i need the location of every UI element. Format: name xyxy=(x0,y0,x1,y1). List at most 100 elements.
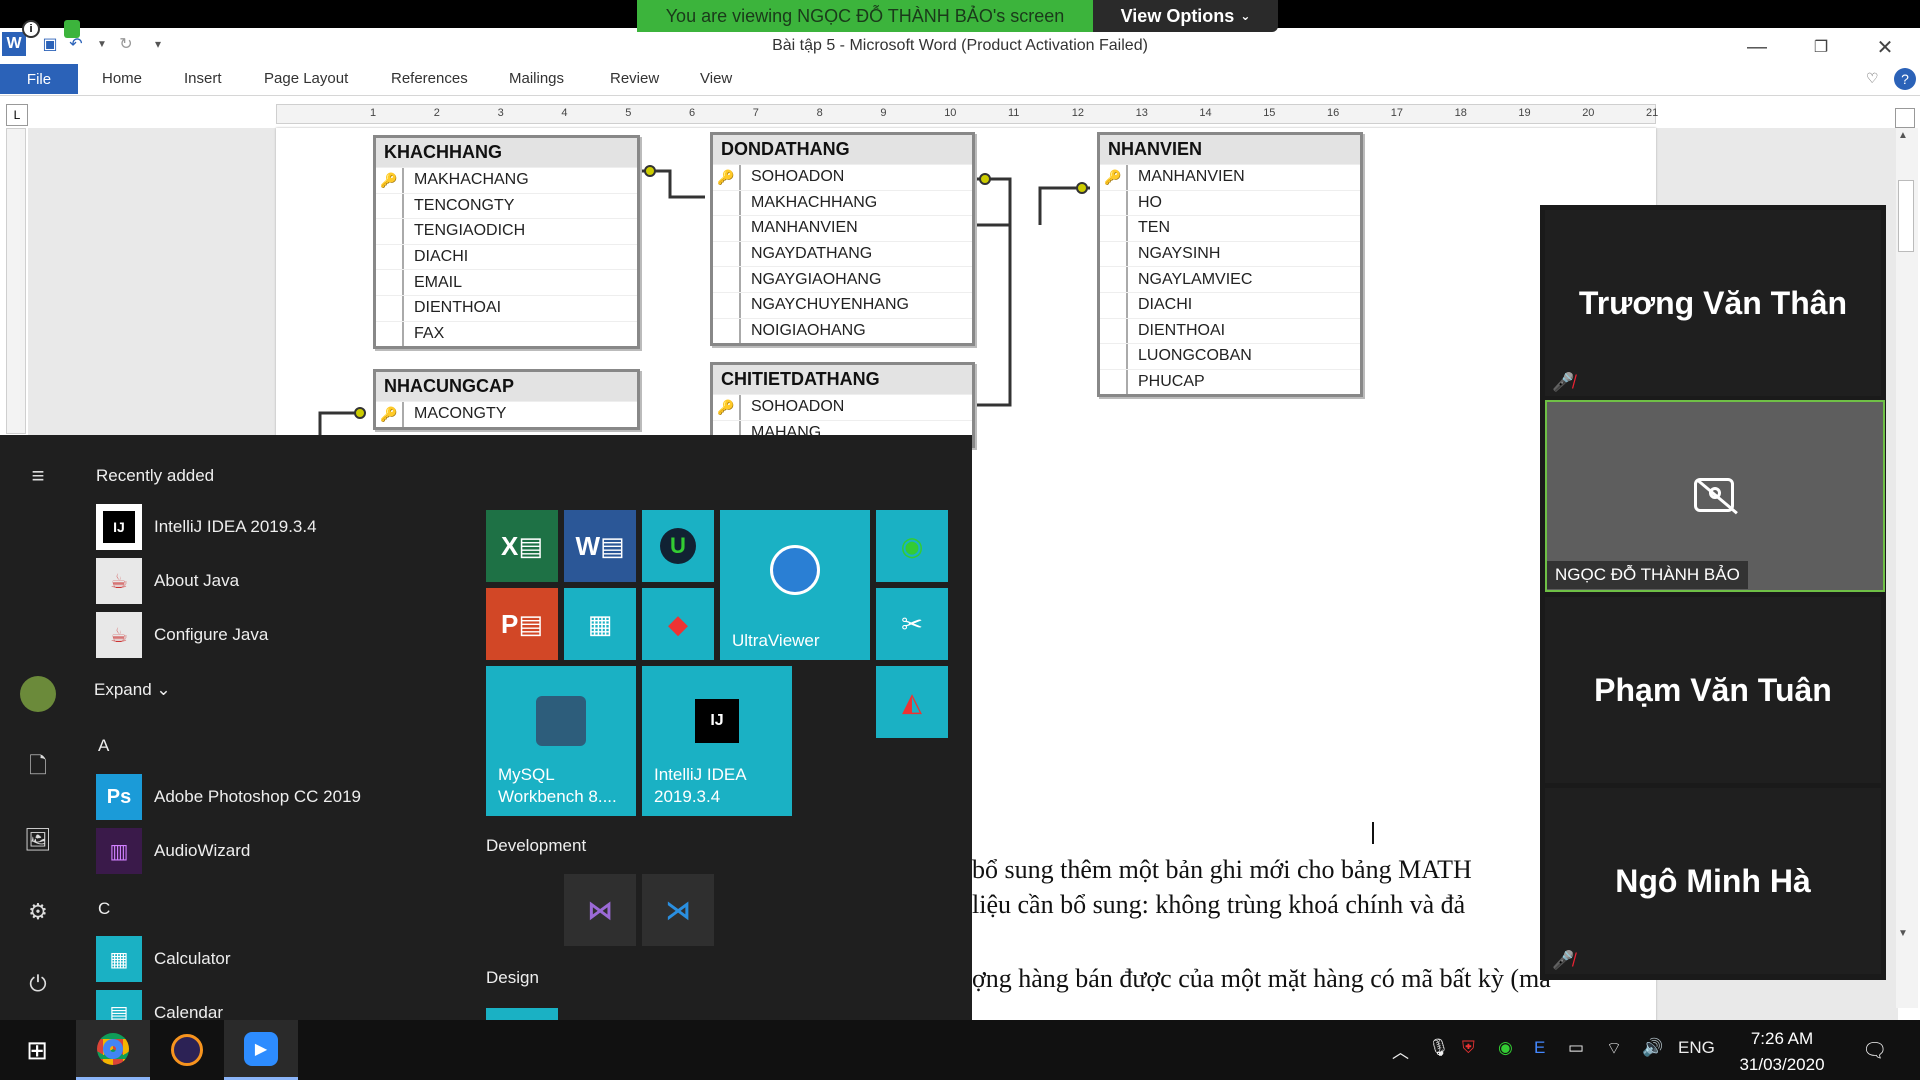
microphone-icon[interactable]: 🎙 xyxy=(1428,1038,1450,1058)
body-line-3[interactable]: ợng hàng bán được của một mặt hàng có mã… xyxy=(972,964,1551,994)
eclipse-icon xyxy=(171,1034,203,1066)
table-field-row[interactable]: HO xyxy=(1100,189,1360,216)
letter-heading-c[interactable]: C xyxy=(98,899,110,919)
field-name: MANHANVIEN xyxy=(1138,168,1245,186)
expand-button[interactable]: Expand ⌄ xyxy=(94,680,171,700)
app-item-calculator[interactable]: ▦ Calculator xyxy=(96,936,231,982)
app-label: Adobe Photoshop CC 2019 xyxy=(154,787,361,806)
table-field-row[interactable]: NGAYLAMVIEC xyxy=(1100,266,1360,292)
table-field-row[interactable]: PHUCAP xyxy=(1100,368,1360,395)
participant-name-label: NGỌC ĐỖ THÀNH BẢO xyxy=(1547,561,1748,589)
word-tile[interactable]: W▤ xyxy=(564,510,636,582)
chevron-down-icon: ⌄ xyxy=(156,680,171,699)
acrobat-tile[interactable]: ◭ xyxy=(876,666,948,738)
intellij-tile[interactable]: IJ IntelliJ IDEA 2019.3.4 xyxy=(642,666,792,816)
snipping-tile[interactable]: ✂ xyxy=(876,588,948,660)
powerpoint-tile[interactable]: P▤ xyxy=(486,588,558,660)
volume-icon[interactable]: 🔊 xyxy=(1642,1038,1663,1058)
table-nhacungcap[interactable]: NHACUNGCAP 🔑 MACONGTY xyxy=(373,369,640,430)
body-line-1[interactable]: bổ sung thêm một bản ghi mới cho bảng MA… xyxy=(972,855,1472,885)
visual-studio-tile[interactable]: ⋈ xyxy=(564,874,636,946)
table-field-row[interactable]: 🔑 MANHANVIEN xyxy=(1100,164,1360,190)
table-field-row[interactable]: FAX xyxy=(376,320,637,347)
primary-key-icon: 🔑 xyxy=(713,165,741,190)
table-field-row[interactable]: 🔑 SOHOADON xyxy=(713,394,972,420)
excel-tile[interactable]: X▤ xyxy=(486,510,558,582)
table-field-row[interactable]: TENGIAODICH xyxy=(376,218,637,244)
field-name: MANHANVIEN xyxy=(751,219,858,237)
windows-start-icon[interactable]: ⊞ xyxy=(0,1020,74,1080)
tray-overflow-icon[interactable]: ︿ xyxy=(1392,1038,1409,1063)
table-field-row[interactable]: NOIGIAOHANG xyxy=(713,317,972,344)
settings-gear-icon[interactable]: ⚙ xyxy=(20,894,56,930)
body-line-2[interactable]: liệu cần bổ sung: không trùng khoá chính… xyxy=(972,890,1465,920)
table-field-row[interactable]: NGAYGIAOHANG xyxy=(713,266,972,292)
table-field-row[interactable]: DIACHI xyxy=(1100,291,1360,318)
documents-icon[interactable]: 🗋 xyxy=(20,750,56,786)
language-indicator[interactable]: ENG xyxy=(1678,1038,1715,1058)
system-clock[interactable]: 7:26 AM 31/03/2020 xyxy=(1718,1026,1846,1078)
rel-key-end xyxy=(1076,182,1088,194)
chrome-taskbar-button[interactable] xyxy=(76,1020,150,1080)
calculator-tile[interactable]: ▦ xyxy=(564,588,636,660)
intellij-icon: IJ xyxy=(103,511,135,543)
app-item-about-java[interactable]: ☕ About Java xyxy=(96,558,239,604)
ultraedit-tile[interactable]: U xyxy=(642,510,714,582)
participant-tile-1[interactable]: Trương Văn Thân xyxy=(1545,210,1881,396)
table-field-row[interactable]: 🔑 MAKHACHANG xyxy=(376,167,637,193)
group-heading-design: Design xyxy=(486,968,539,987)
table-field-row[interactable]: 🔑 SOHOADON xyxy=(713,164,972,190)
hamburger-menu-icon[interactable]: ≡ xyxy=(20,458,56,494)
calculator-icon: ▦ xyxy=(96,936,142,982)
participant-tile-3[interactable]: Phạm Văn Tuân xyxy=(1545,597,1881,783)
power-icon[interactable]: ⏻ xyxy=(20,966,56,1002)
table-field-row[interactable]: DIENTHOAI xyxy=(376,294,637,321)
group-heading-development: Development xyxy=(486,836,587,855)
foxit-tile[interactable]: ◆ xyxy=(642,588,714,660)
participant-tile-4[interactable]: Ngô Minh Hà xyxy=(1545,788,1881,974)
primary-key-icon: 🔑 xyxy=(713,395,741,420)
design-tile[interactable] xyxy=(486,1008,558,1020)
table-field-row[interactable]: TEN xyxy=(1100,215,1360,241)
table-field-row[interactable]: NGAYDATHANG xyxy=(713,240,972,267)
unikey-icon[interactable]: E xyxy=(1534,1038,1545,1058)
letter-heading-a[interactable]: A xyxy=(98,736,109,756)
calendar-icon: ▤ xyxy=(96,990,142,1020)
table-field-row[interactable]: MAKHACHHANG xyxy=(713,189,972,216)
mysql-workbench-tile[interactable]: MySQL Workbench 8.... xyxy=(486,666,636,816)
eclipse-taskbar-button[interactable] xyxy=(150,1020,224,1080)
ultraviewer-tile[interactable]: UltraViewer xyxy=(720,510,870,660)
network-globe-icon[interactable]: ◉ xyxy=(1498,1038,1513,1058)
table-field-row[interactable]: NGAYSINH xyxy=(1100,240,1360,267)
app-item-intellij[interactable]: IJ IntelliJ IDEA 2019.3.4 xyxy=(96,504,317,550)
app-item-photoshop[interactable]: Ps Adobe Photoshop CC 2019 xyxy=(96,774,361,820)
shield-icon[interactable]: ⛨ xyxy=(1462,1038,1475,1058)
table-khachhang[interactable]: KHACHHANG 🔑 MAKHACHANG TENCONGTY TENGIAODIC… xyxy=(373,135,640,350)
table-field-row[interactable]: DIACHI xyxy=(376,243,637,270)
wifi-icon[interactable]: ⌔ xyxy=(1606,1038,1622,1059)
zoom-taskbar-button[interactable]: ▶ xyxy=(224,1020,298,1080)
field-name: SOHOADON xyxy=(751,168,845,186)
table-nhanvien[interactable]: NHANVIEN 🔑 MANHANVIEN HO TEN NGAYSINH NGAYLAM… xyxy=(1097,132,1363,398)
table-title: KHACHHANG xyxy=(376,138,637,167)
rel-key-end xyxy=(979,173,991,185)
table-field-row[interactable]: NGAYCHUYENHANG xyxy=(713,291,972,318)
table-dondathang[interactable]: DONDATHANG 🔑 SOHOADON MAKHACHHANG MANHANVIE… xyxy=(710,132,975,347)
app-item-configure-java[interactable]: ☕ Configure Java xyxy=(96,612,268,658)
idm-tile[interactable]: ◉ xyxy=(876,510,948,582)
pictures-icon[interactable]: 🖼 xyxy=(20,822,56,858)
table-field-row[interactable]: DIENTHOAI xyxy=(1100,317,1360,344)
app-item-calendar[interactable]: ▤ Calendar xyxy=(96,990,396,1020)
action-center-icon[interactable]: 🗨 xyxy=(1862,1038,1887,1063)
table-field-row[interactable]: EMAIL xyxy=(376,269,637,295)
table-field-row[interactable]: LUONGCOBAN xyxy=(1100,343,1360,369)
app-item-audiowizard[interactable]: ▥ AudioWizard xyxy=(96,828,250,874)
field-name: NGAYSINH xyxy=(1138,245,1221,263)
battery-icon[interactable]: ▭ xyxy=(1568,1038,1584,1058)
table-title: NHACUNGCAP xyxy=(376,372,637,401)
table-field-row[interactable]: MANHANVIEN xyxy=(713,215,972,241)
user-avatar[interactable] xyxy=(20,676,56,712)
table-field-row[interactable]: 🔑 MACONGTY xyxy=(376,401,637,427)
table-field-row[interactable]: TENCONGTY xyxy=(376,192,637,219)
vscode-tile[interactable]: ⋊ xyxy=(642,874,714,946)
